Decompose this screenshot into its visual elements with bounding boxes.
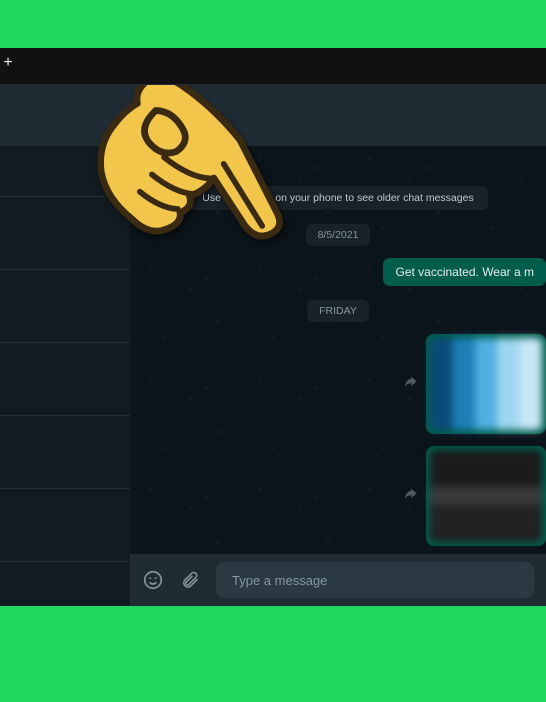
media-bubble-out[interactable] [426, 334, 546, 434]
whatsapp-app: Use WhatsApp on your phone to see older … [0, 84, 546, 606]
message-input[interactable] [230, 572, 520, 589]
forward-icon[interactable] [402, 374, 418, 395]
forward-icon[interactable] [402, 486, 418, 507]
new-tab-button[interactable]: + [0, 54, 16, 72]
sidebar [0, 84, 130, 606]
emoji-icon[interactable] [142, 569, 164, 591]
chat-list-item[interactable] [0, 197, 130, 270]
chat-panel: Use WhatsApp on your phone to see older … [130, 84, 546, 606]
chat-list-item[interactable] [0, 270, 130, 343]
chat-bubble-out[interactable]: Get vaccinated. Wear a m [383, 258, 546, 286]
composer [130, 554, 546, 606]
date-chip: FRIDAY [307, 300, 369, 322]
date-chip: 8/5/2021 [306, 224, 371, 246]
chat-header [130, 84, 546, 146]
sidebar-header [0, 84, 130, 146]
chat-list-item[interactable] [0, 416, 130, 489]
sidebar-search[interactable] [0, 146, 130, 197]
message-input-wrap[interactable] [216, 562, 534, 598]
media-thumbnail [430, 338, 542, 430]
system-notice: Use WhatsApp on your phone to see older … [188, 186, 488, 210]
media-thumbnail [430, 450, 542, 542]
chat-list-item[interactable] [0, 489, 130, 562]
chat-list [0, 197, 130, 606]
attach-icon[interactable] [180, 570, 200, 590]
window-tab-strip: + [0, 48, 546, 85]
chat-body: Use WhatsApp on your phone to see older … [130, 146, 546, 554]
app-window: + Use WhatsApp on your phone to see olde… [0, 48, 546, 606]
media-bubble-out[interactable] [426, 446, 546, 546]
chat-list-item[interactable] [0, 343, 130, 416]
